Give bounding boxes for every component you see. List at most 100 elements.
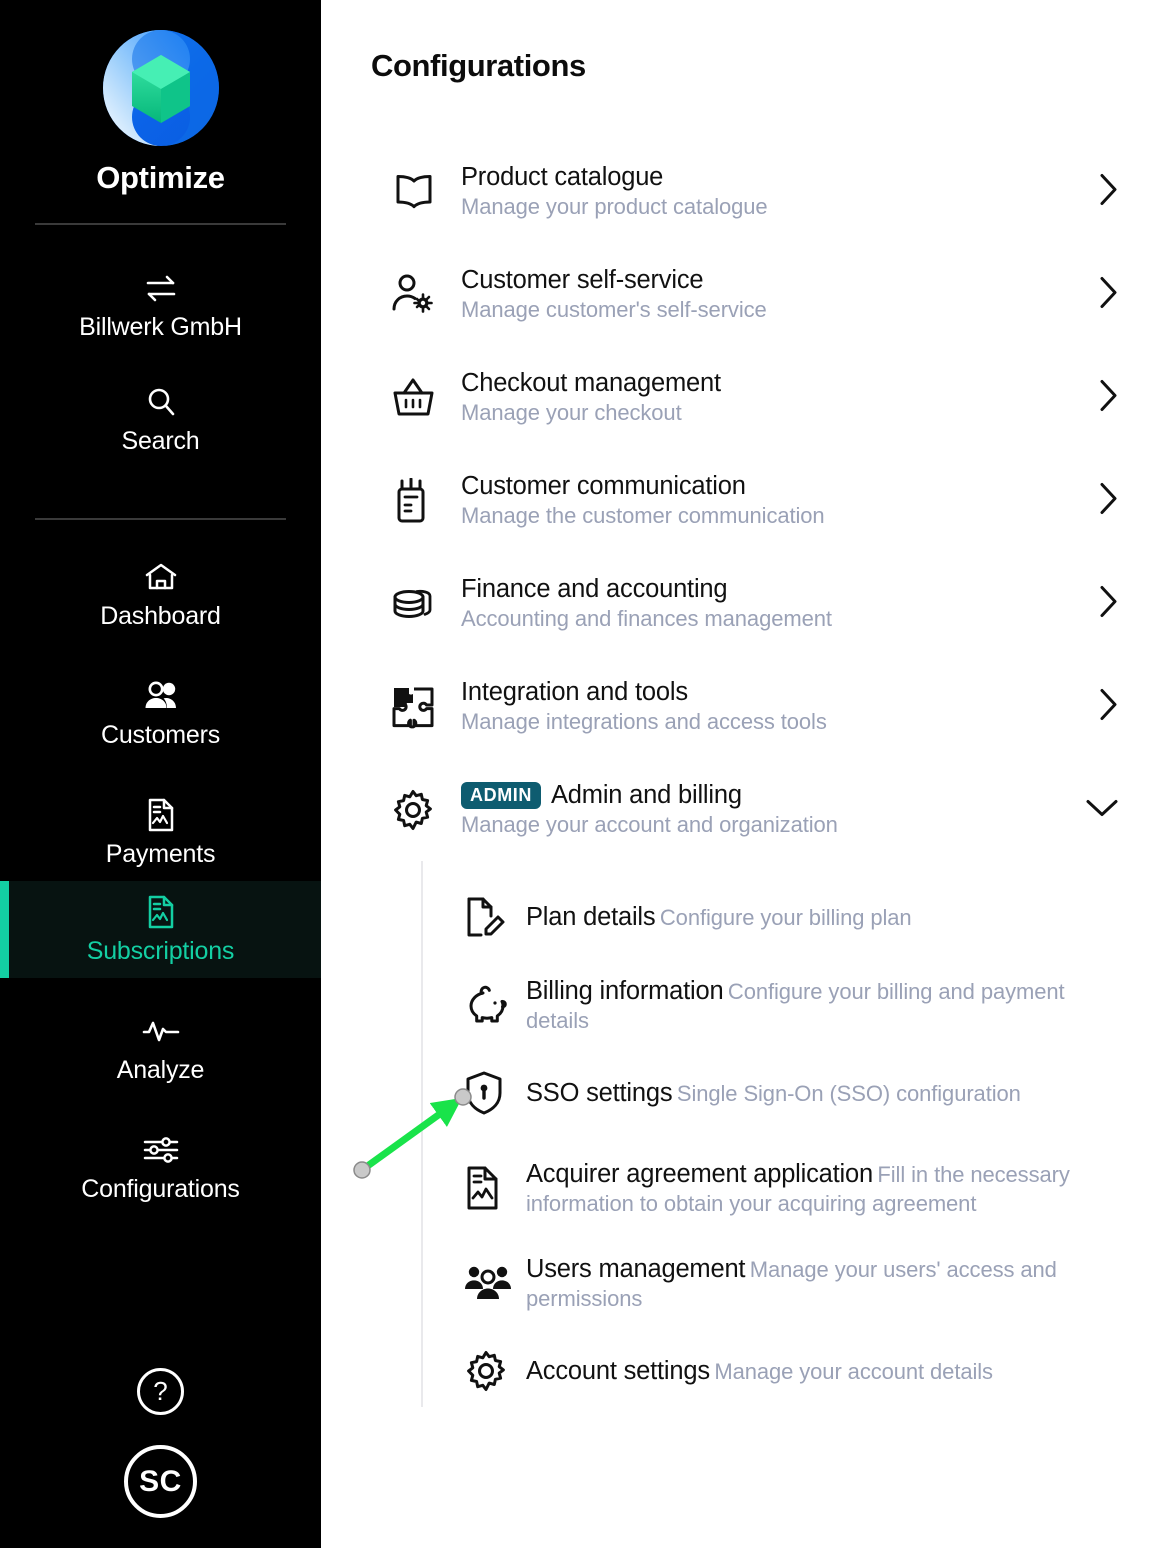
sub-title: SSO settings: [526, 1078, 673, 1107]
document-chart-icon: [464, 1165, 520, 1211]
sidebar: Optimize Billwerk GmbH Search Dashboard …: [0, 0, 321, 1548]
config-row-integration-tools[interactable]: Integration and tools Manage integration…: [321, 655, 1164, 758]
search-icon: [145, 384, 177, 420]
config-row-finance-accounting[interactable]: Finance and accounting Accounting and fi…: [321, 552, 1164, 655]
sub-row-text: Plan details Configure your billing plan: [520, 902, 1124, 933]
sub-title: Acquirer agreement application: [526, 1159, 873, 1188]
user-gear-icon: [391, 273, 449, 317]
gear-icon: [464, 1349, 520, 1393]
chevron-right-icon[interactable]: [1097, 687, 1119, 726]
sub-row-text: Billing information Configure your billi…: [520, 976, 1124, 1035]
sub-row-text: Users management Manage your users' acce…: [520, 1254, 1124, 1313]
document-chart-icon: [146, 894, 176, 930]
config-title-row: ADMIN Admin and billing: [461, 780, 1124, 811]
sidebar-item-configurations[interactable]: Configurations: [0, 1119, 321, 1216]
chevron-right-icon[interactable]: [1097, 481, 1119, 520]
sub-row-billing-information[interactable]: Billing information Configure your billi…: [321, 961, 1164, 1049]
gear-icon: [391, 788, 449, 832]
sidebar-item-customers[interactable]: Customers: [0, 665, 321, 762]
config-title: Admin and billing: [551, 781, 742, 809]
chevron-right-icon[interactable]: [1097, 378, 1119, 417]
chevron-right-icon[interactable]: [1097, 172, 1119, 211]
config-row-text: Product catalogue Manage your product ca…: [449, 162, 1124, 221]
sub-row-acquirer-agreement[interactable]: Acquirer agreement application Fill in t…: [321, 1137, 1164, 1239]
home-icon: [144, 559, 178, 595]
status-badge: ADMIN: [461, 782, 541, 809]
app-root: Optimize Billwerk GmbH Search Dashboard …: [0, 0, 1164, 1548]
sub-title: Plan details: [526, 902, 656, 931]
config-row-text: Customer self-service Manage customer's …: [449, 265, 1124, 324]
sidebar-item-subscriptions-label: Subscriptions: [86, 937, 235, 965]
sidebar-item-dashboard-label: Dashboard: [100, 602, 221, 630]
help-circle-icon[interactable]: ?: [137, 1368, 184, 1415]
config-title: Customer self-service: [461, 266, 704, 294]
sliders-icon: [142, 1132, 180, 1168]
config-row-customer-self-service[interactable]: Customer self-service Manage customer's …: [321, 243, 1164, 346]
config-row-text: Finance and accounting Accounting and fi…: [449, 574, 1124, 633]
config-row-customer-communication[interactable]: Customer communication Manage the custom…: [321, 449, 1164, 552]
config-subtitle: Accounting and finances management: [461, 606, 832, 631]
pulse-icon: [142, 1013, 180, 1049]
admin-sub-list: Plan details Configure your billing plan: [321, 861, 1164, 1415]
sub-subtitle: Manage your account details: [714, 1358, 993, 1384]
sidebar-item-configurations-label: Configurations: [81, 1175, 240, 1203]
sidebar-item-analyze[interactable]: Analyze: [0, 1000, 321, 1097]
config-subtitle: Manage your product catalogue: [461, 194, 768, 219]
sub-row-plan-details[interactable]: Plan details Configure your billing plan: [321, 873, 1164, 961]
config-title: Integration and tools: [461, 678, 688, 706]
config-row-checkout-management[interactable]: Checkout management Manage your checkout: [321, 346, 1164, 449]
config-subtitle: Manage the customer communication: [461, 503, 825, 528]
config-title: Customer communication: [461, 472, 746, 500]
puzzle-icon: [391, 685, 449, 729]
book-icon: [391, 172, 449, 212]
sub-row-account-settings[interactable]: Account settings Manage your account det…: [321, 1327, 1164, 1415]
config-row-text: ADMIN Admin and billing Manage your acco…: [449, 780, 1124, 839]
page-title: Configurations: [371, 48, 586, 83]
avatar[interactable]: SC: [124, 1445, 197, 1518]
users-icon: [143, 678, 179, 714]
sub-subtitle: Configure your billing plan: [659, 904, 912, 930]
sidebar-item-search-label: Search: [121, 427, 200, 455]
config-subtitle: Manage integrations and access tools: [461, 709, 827, 734]
config-title: Product catalogue: [461, 163, 664, 191]
sub-row-sso-settings[interactable]: SSO settings Single Sign-On (SSO) config…: [321, 1049, 1164, 1137]
sidebar-item-payments-label: Payments: [105, 840, 216, 868]
sidebar-divider-top: [35, 223, 286, 225]
sub-subtitle: Single Sign-On (SSO) configuration: [676, 1080, 1021, 1106]
main-content: Configurations Product catalogue Manage …: [321, 0, 1164, 1548]
optimize-logo[interactable]: [101, 28, 221, 148]
config-row-admin-billing[interactable]: ADMIN Admin and billing Manage your acco…: [321, 758, 1164, 861]
sub-row-users-management[interactable]: Users management Manage your users' acce…: [321, 1239, 1164, 1327]
optimize-logo-icon: [102, 30, 219, 146]
sidebar-item-organization-label: Billwerk GmbH: [79, 313, 242, 341]
chevron-right-icon[interactable]: [1097, 275, 1119, 314]
sub-title: Account settings: [526, 1356, 710, 1385]
shield-lock-icon: [464, 1070, 520, 1116]
sidebar-divider-mid: [35, 518, 286, 520]
config-row-text: Integration and tools Manage integration…: [449, 677, 1124, 736]
sidebar-item-search[interactable]: Search: [0, 371, 321, 468]
config-subtitle: Manage customer's self-service: [461, 297, 767, 322]
sub-row-text: Account settings Manage your account det…: [520, 1356, 1124, 1387]
switch-arrows-icon: [144, 270, 178, 306]
walkie-talkie-icon: [391, 477, 449, 524]
chevron-right-icon[interactable]: [1097, 584, 1119, 623]
sub-row-text: SSO settings Single Sign-On (SSO) config…: [520, 1078, 1124, 1109]
document-pencil-icon: [464, 895, 520, 939]
config-title: Finance and accounting: [461, 575, 728, 603]
config-row-product-catalogue[interactable]: Product catalogue Manage your product ca…: [321, 140, 1164, 243]
sidebar-item-payments[interactable]: Payments: [0, 784, 321, 881]
sidebar-item-organization[interactable]: Billwerk GmbH: [0, 257, 321, 354]
sidebar-item-dashboard[interactable]: Dashboard: [0, 546, 321, 643]
piggy-bank-icon: [464, 984, 520, 1026]
config-row-text: Customer communication Manage the custom…: [449, 471, 1124, 530]
sidebar-item-subscriptions[interactable]: Subscriptions: [0, 881, 321, 978]
configuration-list: Product catalogue Manage your product ca…: [321, 140, 1164, 1415]
config-row-text: Checkout management Manage your checkout: [449, 368, 1124, 427]
config-subtitle: Manage your account and organization: [461, 812, 838, 837]
sub-row-text: Acquirer agreement application Fill in t…: [520, 1159, 1124, 1218]
document-chart-icon: [146, 797, 176, 833]
chevron-down-icon[interactable]: [1085, 796, 1119, 823]
sidebar-item-customers-label: Customers: [100, 721, 221, 749]
users-group-icon: [464, 1262, 520, 1304]
